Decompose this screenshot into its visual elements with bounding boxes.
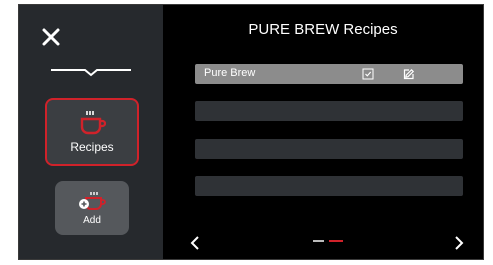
sidebar-item-recipes[interactable]: Recipes [45, 98, 139, 166]
recipe-row[interactable] [195, 176, 463, 196]
chevron-right-icon[interactable] [449, 233, 467, 253]
page-title: PURE BREW Recipes [248, 21, 398, 38]
page-indicator-2 [329, 240, 343, 242]
chevron-left-icon[interactable] [187, 233, 205, 253]
sidebar-item-label: Add [83, 214, 101, 226]
edit-icon[interactable] [403, 68, 415, 80]
page-indicator-1 [313, 240, 324, 242]
recipe-row-label: Pure Brew [204, 67, 256, 79]
sidebar: Recipes Add [19, 5, 163, 259]
checkbox-icon[interactable] [362, 68, 374, 80]
recipe-row[interactable] [195, 139, 463, 159]
recipe-row[interactable] [195, 101, 463, 121]
sidebar-item-label: Recipes [70, 140, 114, 154]
sidebar-item-add[interactable]: Add [55, 181, 129, 235]
recipe-row[interactable]: Pure Brew [195, 64, 463, 84]
divider-ornament [51, 69, 131, 77]
app-frame: Recipes Add PURE BREW Recipes Pure Brew [18, 4, 484, 260]
close-icon[interactable] [41, 27, 61, 47]
coffee-cup-icon [80, 111, 106, 135]
main-panel: PURE BREW Recipes Pure Brew [163, 5, 483, 259]
add-coffee-cup-icon [79, 191, 106, 210]
